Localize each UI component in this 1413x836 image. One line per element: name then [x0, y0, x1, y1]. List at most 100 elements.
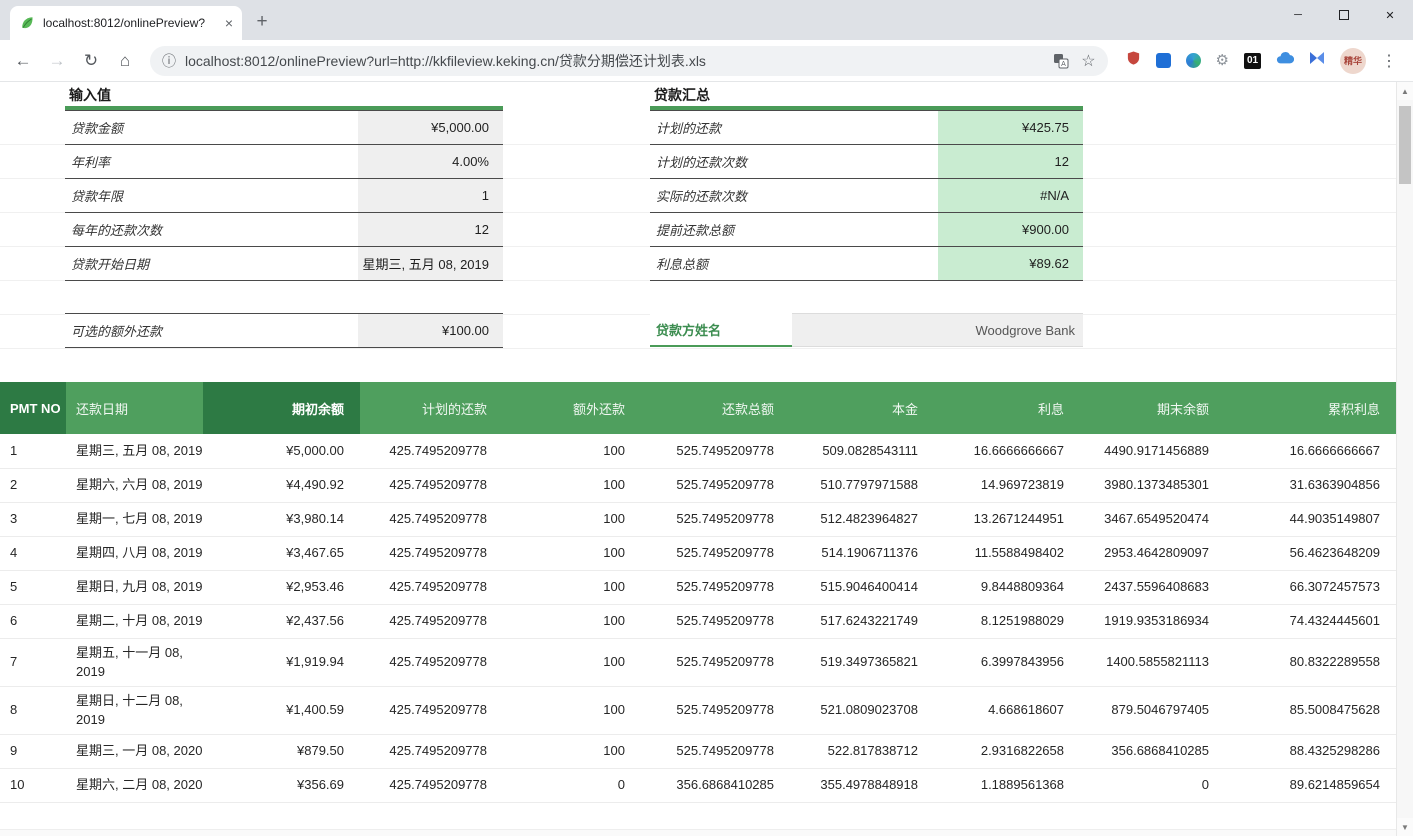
- browser-tab[interactable]: localhost:8012/onlinePreview? ×: [10, 6, 242, 40]
- scroll-down-icon[interactable]: ▼: [1397, 818, 1413, 836]
- extension-shield-icon[interactable]: [1126, 50, 1141, 71]
- scrollbar-thumb[interactable]: [1399, 106, 1411, 184]
- cell: 356.6868410285: [641, 768, 790, 802]
- cell: 8.1251988029: [934, 604, 1080, 638]
- kv-label: 计划的还款次数: [650, 145, 938, 179]
- kv-label: 贷款开始日期: [65, 247, 358, 281]
- spacer: [650, 281, 1083, 313]
- cell: ¥5,000.00: [203, 434, 360, 468]
- cell: 3980.1373485301: [1080, 468, 1225, 502]
- home-button[interactable]: ⌂: [111, 47, 139, 75]
- cell: 525.7495209778: [641, 686, 790, 734]
- cell: 521.0809023708: [790, 686, 934, 734]
- close-button[interactable]: ✕: [1367, 0, 1413, 30]
- cell: 525.7495209778: [641, 734, 790, 768]
- cell: 517.6243221749: [790, 604, 934, 638]
- lender-name-value: Woodgrove Bank: [792, 313, 1083, 347]
- extension-blue-square-icon[interactable]: [1156, 53, 1171, 68]
- bookmark-star-icon[interactable]: ☆: [1081, 51, 1095, 71]
- input-panel: 输入值 贷款金额 ¥5,000.00 年利率 4.00% 贷款年限 1 每年的还…: [65, 84, 503, 348]
- cell: ¥2,437.56: [203, 604, 360, 638]
- cell: 100: [503, 638, 641, 686]
- cell: 100: [503, 686, 641, 734]
- cell: 0: [1080, 768, 1225, 802]
- table-row: 9星期三, 一月 08, 2020¥879.50425.749520977810…: [0, 734, 1396, 768]
- col-principal: 本金: [790, 382, 934, 434]
- forward-button[interactable]: →: [43, 47, 71, 75]
- extension-badge-01[interactable]: 01: [1244, 53, 1261, 69]
- cell: 514.1906711376: [790, 536, 934, 570]
- table-row: 6星期二, 十月 08, 2019¥2,437.56425.7495209778…: [0, 604, 1396, 638]
- col-scheduled-payment: 计划的还款: [360, 382, 503, 434]
- back-button[interactable]: ←: [9, 47, 37, 75]
- cell: 星期二, 十月 08, 2019: [66, 604, 203, 638]
- kv-value: 1: [358, 179, 503, 213]
- cell: 425.7495209778: [360, 686, 503, 734]
- tab-close-icon[interactable]: ×: [225, 15, 233, 31]
- cell: 1919.9353186934: [1080, 604, 1225, 638]
- cell: 星期日, 十二月 08, 2019: [66, 686, 203, 734]
- cell: 4: [0, 536, 66, 570]
- extension-gear-icon[interactable]: ⚙: [1216, 53, 1229, 68]
- kv-value: ¥5,000.00: [358, 111, 503, 145]
- cell: 星期四, 八月 08, 2019: [66, 536, 203, 570]
- cell: 525.7495209778: [641, 536, 790, 570]
- kv-value: ¥900.00: [938, 213, 1083, 247]
- cell: ¥879.50: [203, 734, 360, 768]
- table-row: 7星期五, 十一月 08, 2019¥1,919.94425.749520977…: [0, 638, 1396, 686]
- kv-value: ¥100.00: [358, 314, 503, 348]
- new-tab-button[interactable]: +: [248, 8, 276, 36]
- minimize-button[interactable]: ─: [1275, 0, 1321, 30]
- cell: 355.4978848918: [790, 768, 934, 802]
- cell: 9: [0, 734, 66, 768]
- kv-row: 贷款开始日期 星期三, 五月 08, 2019: [65, 247, 503, 281]
- tab-title: localhost:8012/onlinePreview?: [43, 16, 217, 30]
- kv-row: 贷款金额 ¥5,000.00: [65, 111, 503, 145]
- horizontal-scroll-strip[interactable]: [0, 829, 1396, 836]
- cell: 10: [0, 768, 66, 802]
- extension-cloud-icon[interactable]: [1276, 51, 1294, 70]
- cell: 5: [0, 570, 66, 604]
- cell: 星期三, 一月 08, 2020: [66, 734, 203, 768]
- cell: 425.7495209778: [360, 536, 503, 570]
- scroll-up-icon[interactable]: ▲: [1397, 82, 1413, 100]
- table-row: 10星期六, 二月 08, 2020¥356.69425.74952097780…: [0, 768, 1396, 802]
- address-bar[interactable]: ⓘ localhost:8012/onlinePreview?url=http:…: [150, 46, 1108, 76]
- cell: 100: [503, 468, 641, 502]
- cell: 16.6666666667: [934, 434, 1080, 468]
- kv-row: 年利率 4.00%: [65, 145, 503, 179]
- cell: ¥4,490.92: [203, 468, 360, 502]
- col-cumulative-interest: 累积利息: [1225, 382, 1396, 434]
- reload-button[interactable]: ↻: [77, 47, 105, 75]
- profile-avatar[interactable]: 精华: [1340, 48, 1366, 74]
- cell: 512.4823964827: [790, 502, 934, 536]
- cell: 星期五, 十一月 08, 2019: [66, 638, 203, 686]
- cell: 100: [503, 570, 641, 604]
- cell: 88.4325298286: [1225, 734, 1396, 768]
- maximize-button[interactable]: [1321, 0, 1367, 30]
- table-row: 8星期日, 十二月 08, 2019¥1,400.59425.749520977…: [0, 686, 1396, 734]
- col-extra-payment: 额外还款: [503, 382, 641, 434]
- svg-text:A: A: [1061, 61, 1066, 68]
- kv-label: 贷款金额: [65, 111, 358, 145]
- cell: 1: [0, 434, 66, 468]
- cell: 66.3072457573: [1225, 570, 1396, 604]
- extension-circle-icon[interactable]: [1186, 53, 1201, 68]
- cell: 3: [0, 502, 66, 536]
- vertical-scrollbar[interactable]: ▲ ▼: [1396, 82, 1413, 836]
- page-info-icon[interactable]: ⓘ: [162, 51, 176, 71]
- extension-butterfly-icon[interactable]: [1309, 51, 1325, 70]
- cell: 0: [503, 768, 641, 802]
- cell: ¥3,980.14: [203, 502, 360, 536]
- kv-label: 计划的还款: [650, 111, 938, 145]
- kv-value: 星期三, 五月 08, 2019: [358, 247, 503, 281]
- cell: 74.4324445601: [1225, 604, 1396, 638]
- translate-icon[interactable]: A: [1053, 53, 1069, 69]
- cell: 525.7495209778: [641, 502, 790, 536]
- cell: 879.5046797405: [1080, 686, 1225, 734]
- browser-menu-icon[interactable]: ⋮: [1381, 51, 1397, 71]
- col-interest: 利息: [934, 382, 1080, 434]
- cell: 525.7495209778: [641, 604, 790, 638]
- schedule-body: 1星期三, 五月 08, 2019¥5,000.00425.7495209778…: [0, 434, 1396, 802]
- kv-row: 计划的还款次数 12: [650, 145, 1083, 179]
